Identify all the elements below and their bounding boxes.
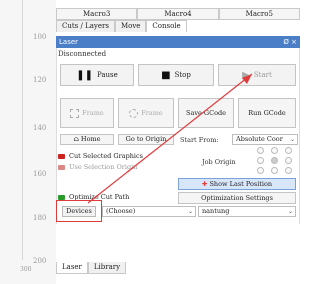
bottom-scale: 300 [0,258,57,284]
ruler-line [22,0,23,260]
arrow-line [87,73,253,204]
ruler-label: 140 [33,124,47,132]
laser-app-panel: Macro3 Macro4 Macro5 Cuts / Layers Move … [56,0,300,284]
ruler-label: 120 [33,76,47,84]
scale-tick: 300 [20,266,32,273]
canvas-ruler: 100 120 140 160 180 200 300 [0,0,57,284]
ruler-label: 180 [33,214,47,222]
arrow-head [242,74,252,84]
ruler-label: 100 [33,33,47,41]
ruler-label: 160 [33,170,47,178]
annotation-arrow [87,73,253,204]
